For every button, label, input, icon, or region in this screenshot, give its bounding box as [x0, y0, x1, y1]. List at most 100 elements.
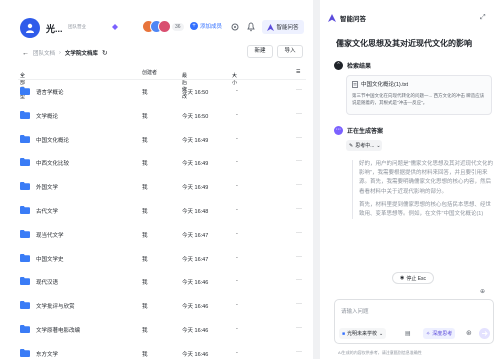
- row-size: -: [236, 88, 238, 94]
- row-modified: 今天 16:48: [182, 208, 209, 215]
- folder-icon: [20, 110, 30, 119]
- table-row[interactable]: 文学批评与欣赏 我 今天 16:46 - ···: [0, 294, 312, 318]
- file-list: 语言学概论我今天 16:50- ··· 文学概论我今天 16:50- ··· 中国文化概…: [0, 80, 312, 359]
- breadcrumb-root[interactable]: 团队文档: [33, 49, 55, 57]
- row-name[interactable]: 文学概论: [36, 112, 58, 120]
- team-name[interactable]: 光...: [46, 22, 63, 35]
- add-member-button[interactable]: + 添加成员: [190, 22, 222, 30]
- row-size: -: [236, 135, 238, 142]
- table-row[interactable]: 文学原著电影改编 我 今天 16:46 - ···: [0, 318, 312, 342]
- more-icon[interactable]: ···: [296, 135, 302, 141]
- table-row[interactable]: 古代文学 我 今天 16:48 - ···: [0, 199, 312, 223]
- folder-icon: [20, 87, 30, 95]
- row-modified: 今天 16:46: [182, 327, 209, 334]
- table-row[interactable]: 外国文学 我 今天 16:49 - ···: [0, 175, 312, 199]
- send-icon: [482, 331, 488, 336]
- generating-step: ··· 正在生成答案: [334, 126, 383, 135]
- more-icon[interactable]: ···: [296, 230, 302, 236]
- more-icon[interactable]: ···: [296, 158, 302, 164]
- row-name[interactable]: 现当代文学: [36, 231, 64, 239]
- row-size: -: [236, 325, 238, 332]
- row-creator: 我: [142, 256, 148, 263]
- thinking-toggle[interactable]: ✎ 思考中... ⌄: [346, 140, 382, 151]
- row-creator: 我: [142, 208, 148, 215]
- chevron-down-icon: ⌄: [232, 72, 237, 78]
- table-row[interactable]: 现代汉语 我 今天 16:46 - ···: [0, 270, 312, 294]
- more-icon[interactable]: ···: [296, 87, 302, 93]
- ai-qa-button[interactable]: 智能问答: [262, 20, 304, 34]
- settings-icon[interactable]: [230, 22, 240, 32]
- back-arrow-icon[interactable]: ←: [22, 50, 29, 57]
- row-name[interactable]: 中国文学史: [36, 255, 64, 263]
- row-modified: 今天 16:46: [182, 351, 209, 358]
- row-name[interactable]: 东方文学: [36, 350, 58, 358]
- team-avatar[interactable]: [20, 18, 40, 38]
- thinking-label: 思考中...: [355, 143, 375, 149]
- disclaimer: AI生成的内容仅供参考，请注意甄别信息准确性: [338, 350, 422, 355]
- row-size: -: [236, 230, 238, 237]
- source-file-card[interactable]: 中国文化概论(1).txt 第三节中国文化在向现代转化的问题一... 西方文化的…: [346, 75, 492, 115]
- new-button[interactable]: 新建: [247, 45, 273, 58]
- more-icon[interactable]: ···: [296, 301, 302, 307]
- more-icon[interactable]: ···: [296, 349, 302, 355]
- row-name[interactable]: 文学原著电影改编: [36, 326, 80, 334]
- row-size: -: [236, 254, 238, 261]
- more-icon[interactable]: ···: [296, 182, 302, 188]
- deep-thinking-toggle[interactable]: ✧ 深度思考: [423, 328, 456, 339]
- more-icon[interactable]: ···: [296, 206, 302, 212]
- plus-icon: +: [190, 22, 198, 30]
- attachment-icon[interactable]: ▤: [405, 330, 411, 337]
- more-icon[interactable]: ···: [296, 254, 302, 260]
- question-input[interactable]: 请输入问题 ■ 光明未来学校 ⌄ ▤ ✧ 深度思考 ⊛: [334, 299, 494, 344]
- new-chat-icon[interactable]: ⊕: [480, 288, 485, 295]
- table-row[interactable]: 中国文学史 我 今天 16:47 - ···: [0, 247, 312, 271]
- folder-icon: [20, 324, 30, 333]
- answer-text: 好的，用户的问题是"儒家文化思想及其对近现代文化的影响"，我需要根据提供的材料来…: [352, 160, 496, 220]
- row-name[interactable]: 文学批评与欣赏: [36, 302, 75, 310]
- more-icon[interactable]: ···: [296, 325, 302, 331]
- avatar: [158, 20, 171, 33]
- row-name[interactable]: 外国文学: [36, 183, 58, 191]
- view-toggle-icon[interactable]: ☰: [296, 69, 300, 75]
- folder-icon: [20, 158, 30, 167]
- folder-icon: [20, 277, 30, 286]
- refresh-icon[interactable]: ↻: [102, 49, 108, 57]
- row-name[interactable]: 古代文学: [36, 207, 58, 215]
- chevron-down-icon: ⌄: [376, 142, 381, 149]
- more-icon[interactable]: ···: [296, 277, 302, 283]
- notification-icon[interactable]: [246, 22, 256, 32]
- team-header: 光... 团队营业 36 + 添加成员 智能问答: [0, 0, 312, 42]
- row-size: -: [236, 183, 238, 190]
- add-member-label: 添加成员: [200, 24, 223, 30]
- import-button[interactable]: 导入: [277, 45, 303, 58]
- chevron-down-icon: ⌄: [379, 330, 384, 337]
- row-name[interactable]: 语言学概论: [36, 88, 64, 96]
- ai-logo-icon: [267, 23, 275, 31]
- row-name[interactable]: 中西文化比较: [36, 159, 69, 167]
- globe-icon[interactable]: ⊛: [466, 329, 472, 337]
- panel-divider[interactable]: [313, 0, 320, 359]
- row-name[interactable]: 中国文化概论: [36, 136, 69, 144]
- table-row[interactable]: 现当代文学 我 今天 16:47 - ···: [0, 223, 312, 247]
- row-name[interactable]: 现代汉语: [36, 278, 58, 286]
- table-row[interactable]: 中西文化比较 我 今天 16:49 - ···: [0, 151, 312, 175]
- scope-selector[interactable]: ■ 光明未来学校 ⌄: [339, 328, 387, 339]
- expand-icon[interactable]: ⤢: [480, 14, 486, 22]
- row-modified: 今天 16:50: [182, 113, 209, 120]
- folder-icon: [20, 134, 30, 143]
- stop-button[interactable]: ◉ 停止 Esc: [392, 272, 434, 284]
- creator-header: 创建者: [142, 70, 158, 76]
- row-creator: 我: [142, 161, 148, 168]
- table-row[interactable]: 东方文学 我 今天 16:46 - ···: [0, 342, 312, 359]
- row-creator: 我: [142, 90, 148, 96]
- deep-thinking-label: 深度思考: [432, 331, 453, 337]
- table-row[interactable]: 语言学概论 我 今天 16:50 - ···: [0, 80, 312, 104]
- folder-icon: ■: [342, 330, 346, 337]
- search-results-step[interactable]: ⌃ 检索结果: [334, 61, 371, 70]
- send-button[interactable]: [479, 328, 490, 339]
- row-size: -: [236, 111, 238, 118]
- more-icon[interactable]: ···: [296, 111, 302, 117]
- table-row[interactable]: 中国文化概论 我 今天 16:49 - ···: [0, 128, 312, 152]
- table-row[interactable]: 文学概论 我 今天 16:50 - ···: [0, 104, 312, 128]
- row-creator: 我: [142, 351, 148, 358]
